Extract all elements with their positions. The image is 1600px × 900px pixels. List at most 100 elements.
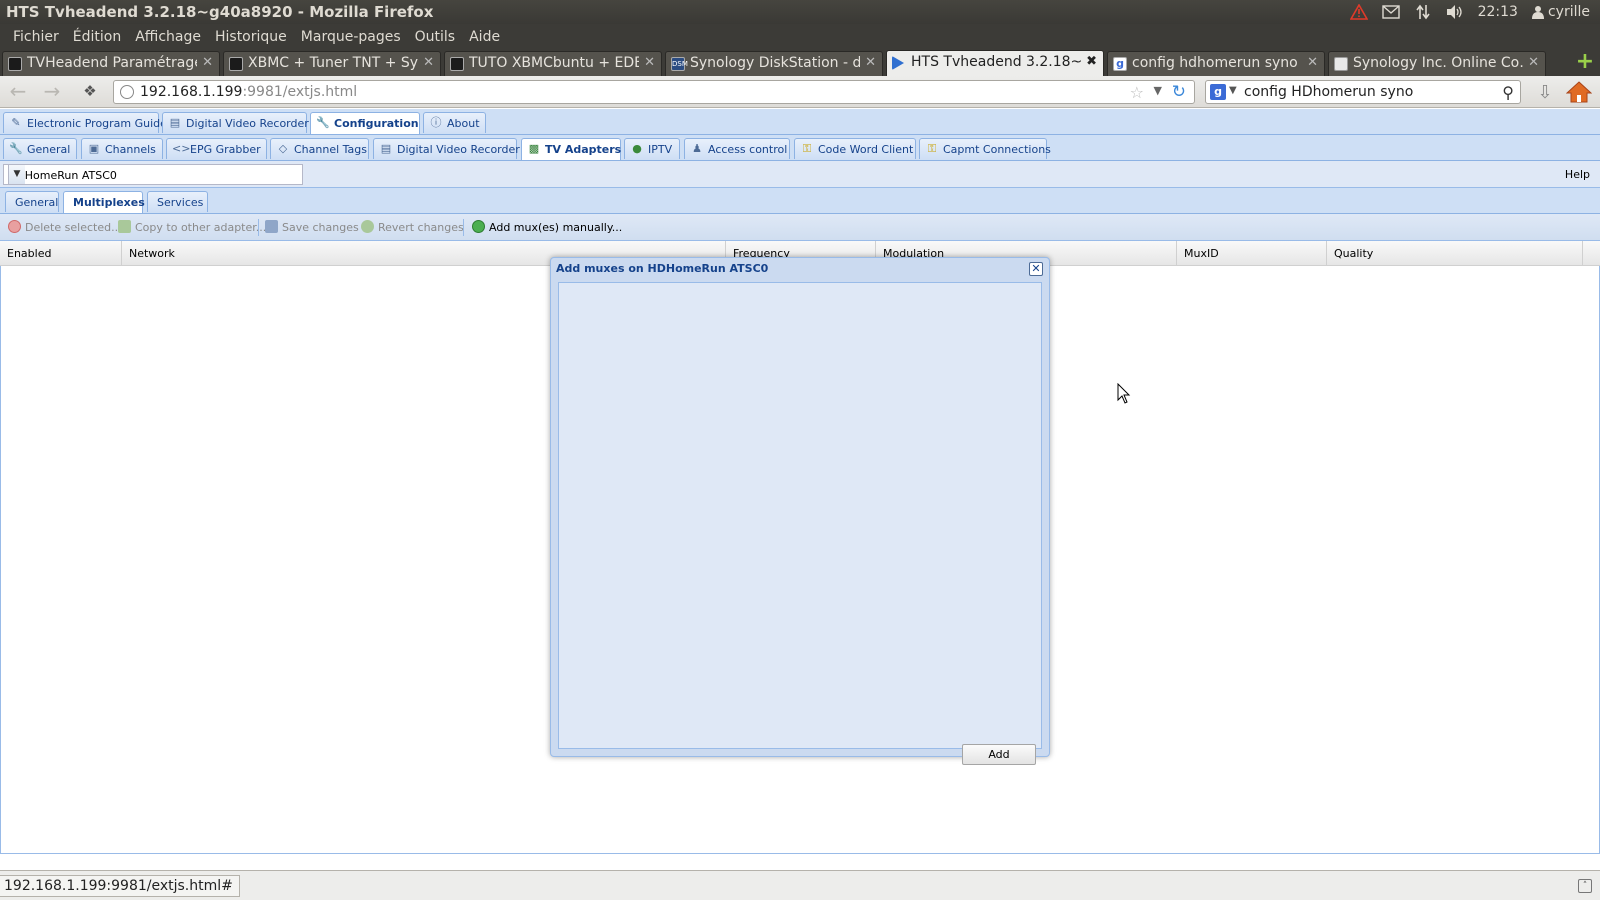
tab-code-word-client[interactable]: ⚿ Code Word Client bbox=[794, 138, 916, 159]
tab-access-control[interactable]: ♟ Access control bbox=[684, 138, 790, 159]
revert-icon bbox=[361, 220, 374, 233]
close-tab-icon[interactable]: ✕ bbox=[1528, 55, 1539, 70]
add-button[interactable]: Add bbox=[962, 744, 1036, 765]
close-tab-icon[interactable]: ✕ bbox=[1307, 55, 1318, 70]
url-dropdown-icon[interactable]: ▼ bbox=[1154, 84, 1162, 97]
code-icon: <> bbox=[172, 142, 191, 155]
home-icon[interactable] bbox=[1565, 80, 1593, 104]
tab-multiplexes[interactable]: Multiplexes bbox=[63, 191, 145, 213]
history-icon[interactable]: ❖ bbox=[78, 81, 102, 103]
dialog-title: Add muxes on HDHomeRun ATSC0 bbox=[556, 262, 769, 275]
close-tab-icon[interactable]: ✕ bbox=[202, 55, 213, 70]
volume-icon[interactable] bbox=[1446, 4, 1464, 20]
adapter-select[interactable]: HDHomeRun ATSC0 ▼ bbox=[3, 164, 303, 185]
globe-icon: ● bbox=[632, 142, 642, 155]
menu-historique[interactable]: Historique bbox=[208, 24, 294, 50]
reload-icon[interactable]: ↻ bbox=[1172, 82, 1186, 102]
tab-iptv[interactable]: ● IPTV bbox=[624, 138, 680, 159]
close-tab-icon[interactable]: ✖ bbox=[1086, 54, 1097, 69]
warning-icon[interactable] bbox=[1349, 4, 1368, 20]
clock[interactable]: 22:13 bbox=[1478, 4, 1518, 20]
tab-tv-adapters[interactable]: ▩ TV Adapters bbox=[521, 138, 621, 160]
users-icon: ♟ bbox=[692, 142, 702, 155]
mail-icon[interactable] bbox=[1381, 4, 1400, 20]
tab-adapter-general[interactable]: General bbox=[5, 191, 59, 212]
new-tab-button[interactable]: + bbox=[1574, 51, 1596, 73]
forward-arrow-icon[interactable]: → bbox=[40, 81, 64, 103]
browser-tab[interactable]: g config hdhomerun syno … ✕ bbox=[1107, 51, 1325, 76]
tab-dvr[interactable]: ▤ Digital Video Recorder bbox=[162, 112, 309, 133]
browser-tab-active[interactable]: HTS Tvheadend 3.2.18~… ✖ bbox=[886, 50, 1104, 76]
copy-to-adapter-button[interactable]: Copy to other adapter... bbox=[118, 220, 266, 234]
dvr-icon: ▤ bbox=[380, 142, 392, 155]
menu-affichage[interactable]: Affichage bbox=[128, 24, 208, 50]
browser-tab[interactable]: Synology Inc. Online Co… ✕ bbox=[1328, 51, 1546, 76]
tab-epg-grabber[interactable]: <> EPG Grabber bbox=[166, 138, 267, 159]
addon-bar-toggle-icon[interactable]: ˄ bbox=[1578, 879, 1592, 893]
close-tab-icon[interactable]: ✕ bbox=[865, 55, 876, 70]
add-mux-manually-button[interactable]: Add mux(es) manually... bbox=[472, 220, 622, 234]
chevron-down-icon[interactable]: ▼ bbox=[8, 165, 25, 184]
tag-icon: ◇ bbox=[278, 142, 288, 155]
key-icon: ⚿ bbox=[802, 142, 812, 155]
delete-selected-button[interactable]: Delete selected... bbox=[8, 220, 122, 234]
save-changes-button[interactable]: Save changes bbox=[265, 220, 359, 234]
network-icon[interactable] bbox=[1414, 4, 1432, 20]
browser-tab-strip: TVHeadend Paramétrage ✕ XBMC + Tuner TNT… bbox=[0, 50, 1600, 76]
menu-edition[interactable]: Édition bbox=[66, 24, 128, 50]
menu-marque-pages[interactable]: Marque-pages bbox=[294, 24, 408, 50]
user-name[interactable]: cyrille bbox=[1548, 4, 1590, 20]
dialog-body: Add bbox=[558, 282, 1042, 765]
menu-fichier[interactable]: Fichier bbox=[6, 24, 66, 50]
tab-config-dvr[interactable]: ▤ Digital Video Recorder bbox=[373, 138, 520, 159]
toolbar-separator bbox=[463, 219, 464, 236]
revert-changes-button[interactable]: Revert changes bbox=[361, 220, 464, 234]
page-icon bbox=[450, 57, 464, 71]
url-text[interactable]: 192.168.1.199:9981/extjs.html bbox=[140, 84, 357, 100]
url-bar[interactable]: 192.168.1.199:9981/extjs.html ☆ ▼ ↻ bbox=[113, 80, 1195, 104]
wrench-icon: 🔧 bbox=[316, 116, 330, 129]
browser-tab[interactable]: XBMC + Tuner TNT + Syn… ✕ bbox=[223, 51, 441, 76]
search-input[interactable] bbox=[1242, 83, 1482, 101]
tab-configuration[interactable]: 🔧 Configuration bbox=[310, 112, 420, 134]
google-icon: g bbox=[1113, 57, 1127, 71]
copy-icon bbox=[118, 220, 131, 233]
tab-services[interactable]: Services bbox=[147, 191, 208, 212]
engine-dropdown-icon[interactable]: ▼ bbox=[1229, 85, 1237, 96]
bookmark-star-icon[interactable]: ☆ bbox=[1130, 83, 1144, 102]
help-button[interactable]: Help bbox=[1565, 168, 1590, 181]
window-title: HTS Tvheadend 3.2.18~g40a8920 - Mozilla … bbox=[6, 3, 434, 21]
tab-general[interactable]: 🔧 General bbox=[3, 138, 77, 159]
menu-aide[interactable]: Aide bbox=[462, 24, 507, 50]
tab-epg[interactable]: ✎ Electronic Program Guide bbox=[3, 112, 167, 133]
back-arrow-icon[interactable]: ← bbox=[6, 81, 30, 103]
browser-tab[interactable]: TVHeadend Paramétrage ✕ bbox=[2, 51, 220, 76]
browser-tab[interactable]: DSM Synology DiskStation - d… ✕ bbox=[665, 51, 883, 76]
column-quality[interactable]: Quality bbox=[1327, 241, 1583, 266]
tvheadend-icon bbox=[892, 56, 904, 70]
download-icon[interactable]: ⇩ bbox=[1534, 82, 1556, 103]
browser-tab[interactable]: TUTO XBMCbuntu + EDE… ✕ bbox=[444, 51, 662, 76]
site-identity-icon[interactable] bbox=[120, 85, 134, 99]
tab-capmt-connections[interactable]: ⚿ Capmt Connections bbox=[919, 138, 1051, 159]
epg-icon: ✎ bbox=[11, 116, 21, 129]
column-enabled[interactable]: Enabled bbox=[0, 241, 122, 266]
tab-about[interactable]: ⓘ About bbox=[423, 112, 486, 133]
tab-channels[interactable]: ▣ Channels bbox=[81, 138, 163, 159]
tab-channel-tags[interactable]: ◇ Channel Tags bbox=[270, 138, 369, 159]
search-bar[interactable]: g ▼ ⚲ bbox=[1205, 80, 1521, 104]
google-icon[interactable]: g bbox=[1210, 84, 1226, 100]
close-tab-icon[interactable]: ✕ bbox=[423, 55, 434, 70]
search-icon[interactable]: ⚲ bbox=[1502, 83, 1514, 102]
status-link: 192.168.1.199:9981/extjs.html# bbox=[0, 875, 240, 897]
info-icon: ⓘ bbox=[430, 116, 442, 129]
column-muxid[interactable]: MuxID bbox=[1177, 241, 1327, 266]
config-tab-bar: 🔧 General ▣ Channels <> EPG Grabber ◇ Ch… bbox=[0, 135, 1600, 161]
delete-icon bbox=[8, 220, 21, 233]
wrench-icon: 🔧 bbox=[9, 142, 23, 155]
close-tab-icon[interactable]: ✕ bbox=[644, 55, 655, 70]
system-tray: 22:13 cyrille bbox=[1349, 0, 1590, 24]
close-icon[interactable]: ✕ bbox=[1029, 262, 1043, 276]
menu-outils[interactable]: Outils bbox=[408, 24, 462, 50]
navigation-toolbar: ← → ❖ 192.168.1.199:9981/extjs.html ☆ ▼ … bbox=[0, 76, 1600, 108]
